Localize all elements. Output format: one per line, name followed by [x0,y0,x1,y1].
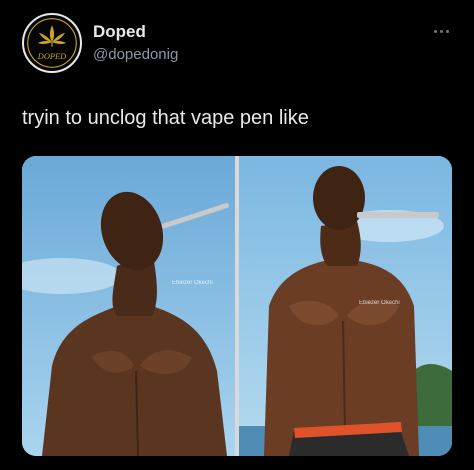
handle[interactable]: @dopedonig [93,45,178,65]
tweet-text: tryin to unclog that vape pen like [22,107,309,129]
watermark-left: Ebiezer Okechi [172,280,213,286]
avatar-logo-text: DOPED [37,52,66,61]
watermark-right: Ebiezer Okechi [359,300,400,306]
avatar[interactable]: DOPED [22,13,82,73]
tweet-media[interactable]: Ebiezer Okechi Ebiezer Okechi [22,156,452,456]
doped-logo-icon: DOPED [27,18,77,68]
more-options-icon[interactable] [430,26,452,36]
display-name[interactable]: Doped [93,22,146,42]
media-image-left[interactable]: Ebiezer Okechi [22,156,235,456]
media-image-right[interactable]: Ebiezer Okechi [239,156,452,456]
